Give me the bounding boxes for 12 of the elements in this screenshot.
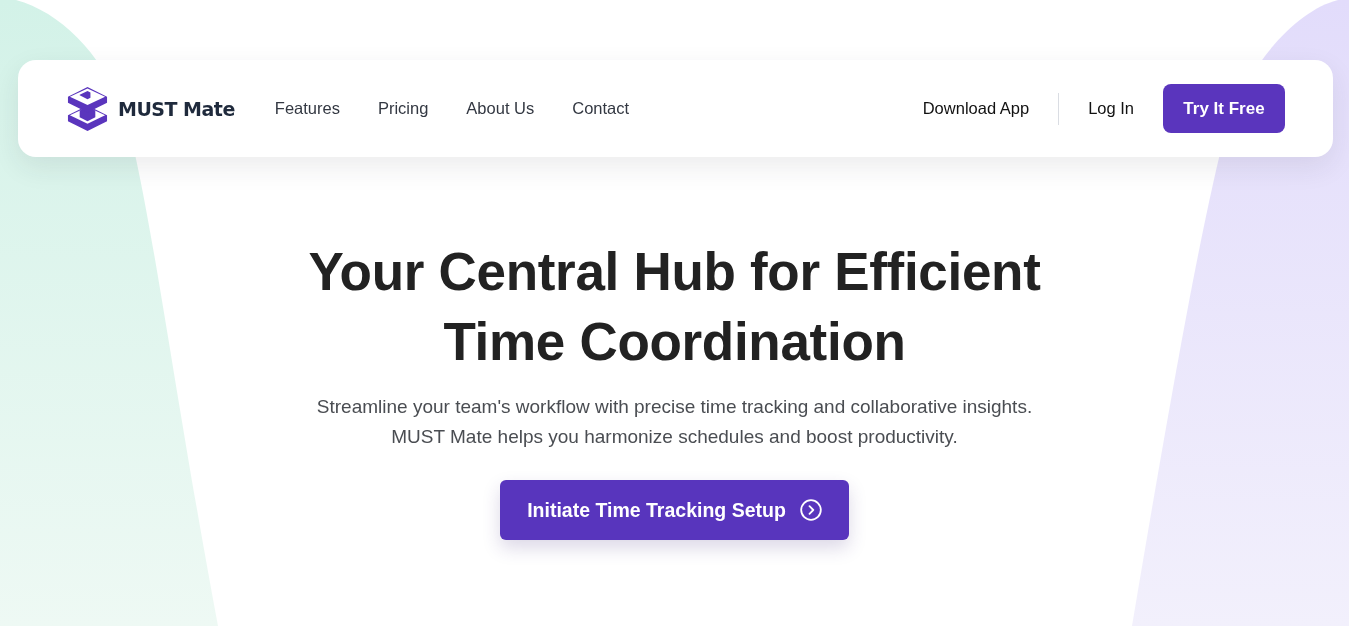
nav-link[interactable]: Pricing — [377, 99, 429, 118]
download-app-link[interactable]: Download App — [922, 99, 1030, 118]
hero-description: Streamline your team's workflow with precise time tracking and collaborative insights. MUST Mate helps you harmonize schedules and boost productivity. — [316, 395, 1033, 449]
brand-name[interactable]: MUST Mate — [118, 97, 235, 120]
nav-link[interactable]: Contact — [572, 99, 630, 118]
log-in-link[interactable]: Log In — [1088, 99, 1134, 118]
hero-headline: Your Central Hub for Efficient Time Coordination — [308, 241, 1041, 373]
nav-link[interactable]: Features — [274, 99, 340, 118]
setup-button[interactable]: Initiate Time Tracking Setup — [500, 480, 849, 540]
stacked-blocks-logo-icon[interactable] — [66, 85, 109, 132]
try-free-button[interactable]: Try It Free — [1163, 84, 1285, 133]
nav-link[interactable]: About Us — [466, 99, 535, 118]
